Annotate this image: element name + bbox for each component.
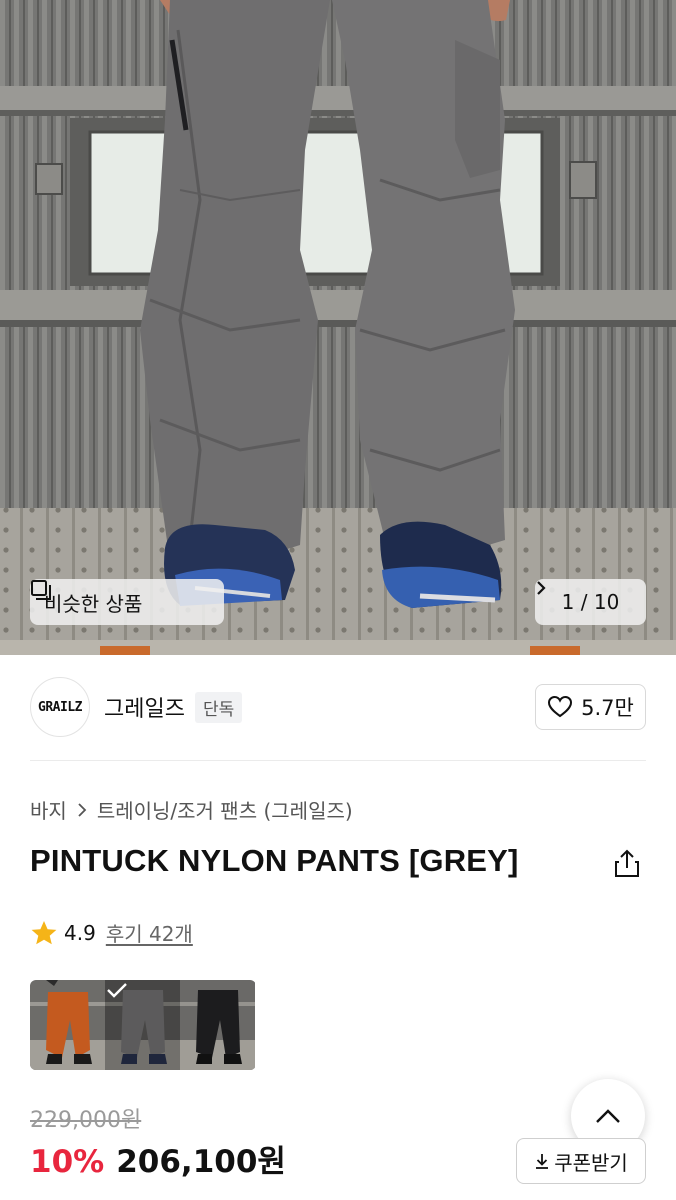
color-option-grey[interactable] [105, 980, 180, 1070]
chevron-up-icon [596, 1109, 620, 1123]
share-icon [615, 849, 639, 877]
similar-products-label: 비슷한 상품 [44, 591, 143, 616]
brand-logo-text: GRAILZ [38, 699, 82, 715]
sale-price: 206,100원 [116, 1144, 286, 1180]
check-icon [107, 983, 127, 998]
coupon-label: 쿠폰받기 [554, 1150, 628, 1175]
breadcrumb: 바지 트레이닝/조거 팬츠 (그레일즈) [30, 795, 353, 824]
product-photo [0, 0, 676, 655]
product-title: PINTUCK NYLON PANTS [GREY] [30, 843, 519, 878]
image-counter[interactable]: 1 / 10 [535, 579, 646, 625]
review-count-link[interactable]: 후기 42개 [106, 918, 193, 947]
chevron-right-icon [537, 581, 546, 595]
option-thumbnail [180, 980, 255, 1070]
price-row: 10% 206,100원 [30, 1136, 286, 1181]
star-icon [31, 920, 57, 944]
coupon-download-button[interactable]: 쿠폰받기 [516, 1138, 646, 1184]
divider [30, 760, 646, 761]
similar-icon [31, 580, 51, 600]
rating-score: 4.9 [64, 920, 96, 945]
breadcrumb-subcategory[interactable]: 트레이닝/조거 팬츠 (그레일즈) [97, 795, 353, 824]
heart-icon [548, 695, 573, 718]
color-option-black[interactable] [180, 980, 255, 1070]
product-main-image[interactable]: 비슷한 상품 1 / 10 [0, 0, 676, 655]
brand-row: GRAILZ 그레일즈 단독 5.7만 [30, 677, 646, 737]
selected-overlay [105, 980, 180, 1070]
discount-rate: 10% [30, 1144, 105, 1180]
rating-row: 4.9 후기 42개 [30, 918, 193, 947]
exclusive-badge: 단독 [194, 691, 243, 723]
chevron-right-icon [78, 802, 87, 817]
breadcrumb-category[interactable]: 바지 [30, 795, 67, 824]
like-count: 5.7만 [581, 696, 634, 720]
color-option-orange[interactable] [30, 980, 105, 1070]
original-price: 229,000원 [30, 1108, 142, 1133]
brand-logo[interactable]: GRAILZ [30, 677, 90, 737]
color-options [30, 980, 256, 1070]
similar-products-button[interactable]: 비슷한 상품 [30, 579, 224, 625]
option-thumbnail [30, 980, 105, 1070]
like-button[interactable]: 5.7만 [535, 684, 646, 730]
image-counter-text: 1 / 10 [561, 590, 620, 614]
share-button[interactable] [610, 847, 644, 881]
download-icon [536, 1154, 549, 1169]
brand-name[interactable]: 그레일즈 [104, 691, 185, 723]
